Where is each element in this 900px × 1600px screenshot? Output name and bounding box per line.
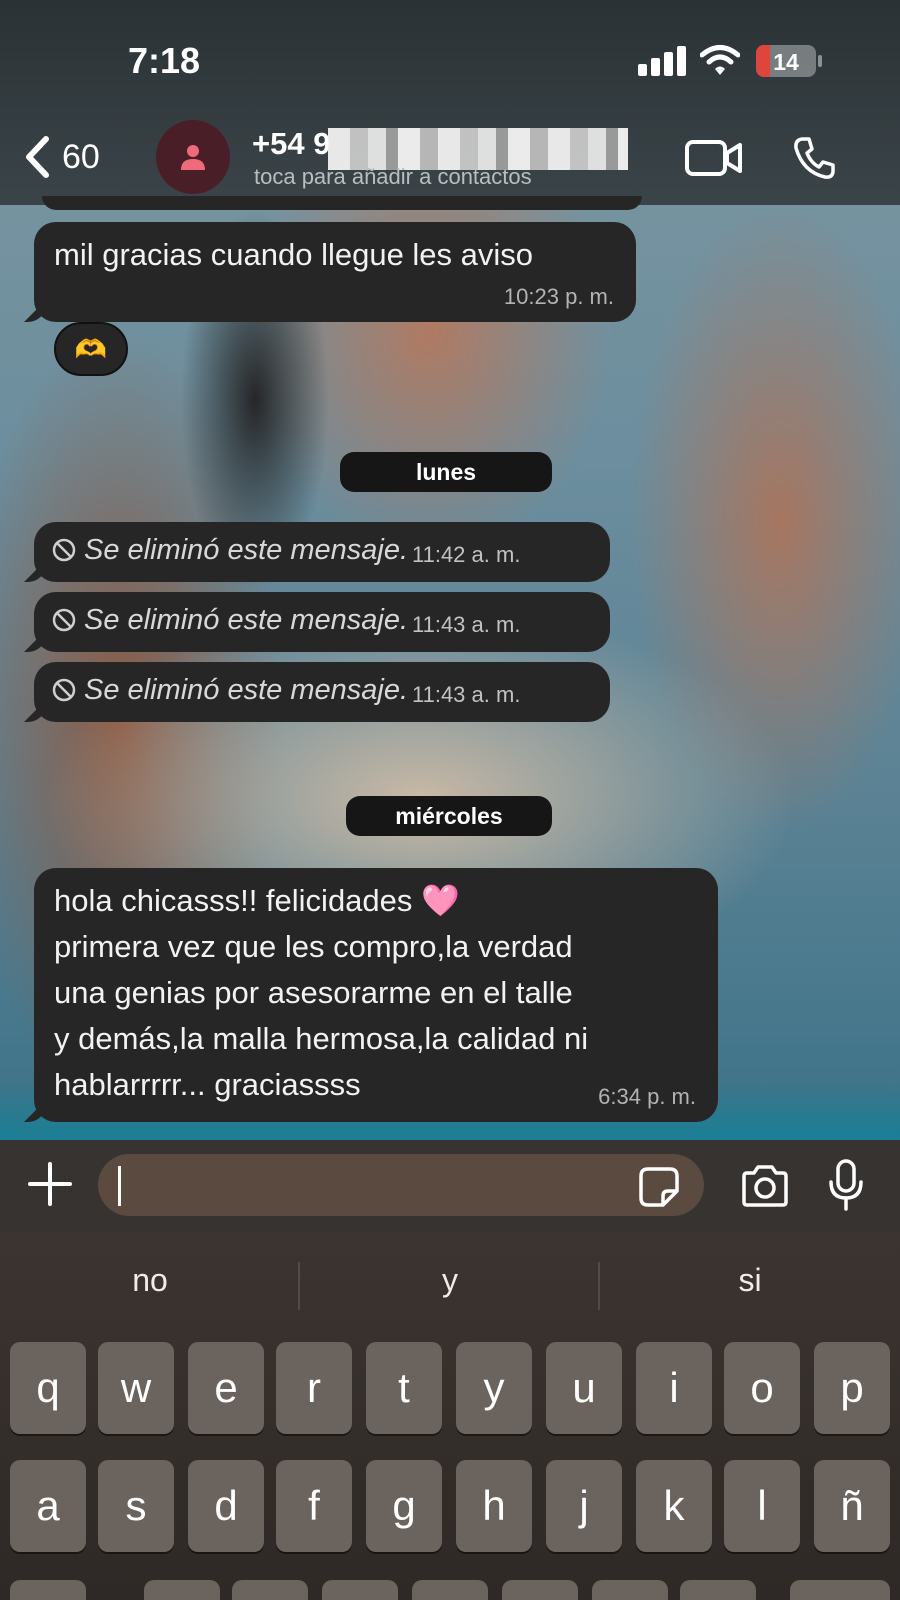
key-s[interactable]: s [98,1460,174,1552]
deleted-message-bubble[interactable]: Se eliminó este mensaje. 11:42 a. m. [34,522,610,582]
keyboard: no y si q w e r t y u i o p a s d f g h … [0,1232,900,1600]
wifi-icon [700,45,740,75]
message-time: 11:43 a. m. [412,682,521,707]
date-separator: miércoles [346,796,552,836]
contact-subtitle[interactable]: toca para añadir a contactos [254,164,532,190]
prohibited-icon [52,678,76,702]
back-button[interactable]: 60 [22,132,132,182]
key-w[interactable]: w [98,1342,174,1434]
deleted-message-bubble[interactable]: Se eliminó este mensaje. 11:43 a. m. [34,592,610,652]
cellular-signal-icon [638,46,686,76]
contact-name[interactable]: +54 9 [252,126,330,162]
delete-key[interactable] [790,1580,890,1600]
key-e[interactable]: e [188,1342,264,1434]
plus-icon[interactable] [26,1160,74,1208]
key-partial[interactable] [412,1580,488,1600]
message-text-line: una genias por asesorarme en el talle [54,975,573,1010]
video-call-icon[interactable] [684,136,744,180]
chevron-left-icon [26,136,49,178]
message-reaction[interactable]: 🫶 [54,322,128,376]
key-partial[interactable] [592,1580,668,1600]
key-j[interactable]: j [546,1460,622,1552]
key-r[interactable]: r [276,1342,352,1434]
heart-hands-emoji: 🫶 [74,333,108,364]
message-bubble[interactable]: hola chicasss!! felicidades 🩷 primera ve… [34,868,718,1122]
message-bubble-partial [42,196,642,210]
message-text-line: y demás,la malla hermosa,la calidad ni [54,1021,589,1056]
message-text: mil gracias cuando llegue les aviso [54,237,534,272]
shift-key[interactable] [10,1580,86,1600]
key-g[interactable]: g [366,1460,442,1552]
message-time: 11:43 a. m. [412,612,521,637]
status-time: 7:18 [128,40,201,81]
message-time: 11:42 a. m. [412,542,521,567]
status-bar: 7:18 14 [0,0,900,110]
suggestion-item[interactable]: y [300,1262,600,1299]
suggestion-item[interactable]: si [600,1262,900,1299]
unread-count: 60 [62,137,100,176]
key-f[interactable]: f [276,1460,352,1552]
key-i[interactable]: i [636,1342,712,1434]
deleted-message-bubble[interactable]: Se eliminó este mensaje. 11:43 a. m. [34,662,610,722]
deleted-message-row: Se eliminó este mensaje. 11:42 a. m. [52,532,520,568]
key-n-tilde[interactable]: ñ [814,1460,890,1552]
key-l[interactable]: l [724,1460,800,1552]
deleted-message-row: Se eliminó este mensaje. 11:43 a. m. [52,672,520,708]
deleted-message-text: Se eliminó este mensaje. [84,603,408,636]
avatar[interactable] [156,120,230,194]
key-u[interactable]: u [546,1342,622,1434]
deleted-message-text: Se eliminó este mensaje. [84,673,408,706]
key-t[interactable]: t [366,1342,442,1434]
prohibited-icon [52,538,76,562]
deleted-message-text: Se eliminó este mensaje. [84,533,408,566]
message-bubble[interactable]: mil gracias cuando llegue les aviso 10:2… [34,222,636,322]
person-icon [181,145,205,170]
key-a[interactable]: a [10,1460,86,1552]
text-cursor [118,1166,121,1206]
battery-icon: 14 [756,45,816,77]
deleted-message-row: Se eliminó este mensaje. 11:43 a. m. [52,602,520,638]
battery-percent: 14 [773,49,799,75]
key-partial[interactable] [232,1580,308,1600]
key-k[interactable]: k [636,1460,712,1552]
sticker-icon[interactable] [638,1166,680,1208]
message-time: 6:34 p. m. [598,1084,696,1109]
key-partial[interactable] [502,1580,578,1600]
chat-header: 60 +54 9 toca para añadir a contactos [0,110,900,205]
message-text-line: hablarrrrr... graciassss [54,1067,361,1102]
microphone-icon[interactable] [826,1158,866,1212]
key-partial[interactable] [680,1580,756,1600]
key-y[interactable]: y [456,1342,532,1434]
key-q[interactable]: q [10,1342,86,1434]
battery-cap [818,55,822,67]
message-composer [0,1140,900,1232]
message-text-line: hola chicasss!! felicidades 🩷 [54,883,460,918]
phone-icon[interactable] [790,134,838,182]
keyboard-suggestions: no y si [0,1232,900,1336]
date-separator: lunes [340,452,552,492]
key-p[interactable]: p [814,1342,890,1434]
key-d[interactable]: d [188,1460,264,1552]
message-text-line: primera vez que les compro,la verdad [54,929,573,964]
key-o[interactable]: o [724,1342,800,1434]
message-time: 10:23 p. m. [503,284,614,309]
key-partial[interactable] [322,1580,398,1600]
message-input[interactable] [98,1154,704,1216]
camera-icon[interactable] [740,1164,790,1208]
key-h[interactable]: h [456,1460,532,1552]
suggestion-item[interactable]: no [0,1262,300,1299]
key-partial[interactable] [144,1580,220,1600]
prohibited-icon [52,608,76,632]
